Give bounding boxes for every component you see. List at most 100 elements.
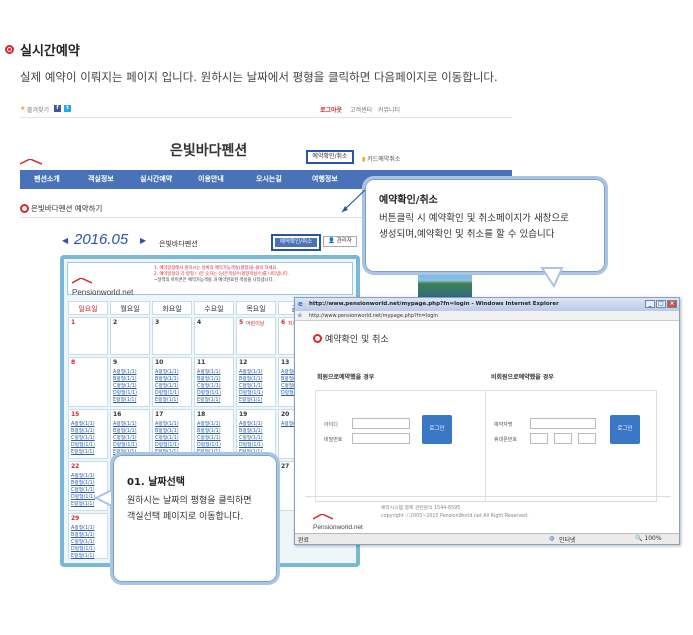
twitter-icon[interactable]: t — [64, 105, 71, 112]
room-link-a[interactable]: A평형(1/1) — [71, 524, 95, 531]
community-link[interactable]: 커뮤니티 — [378, 105, 400, 114]
room-link-d[interactable]: D평형(1/1) — [71, 441, 95, 448]
room-link-e[interactable]: E평형(1/1) — [71, 500, 94, 507]
room-link-a[interactable]: A평형(1/1) — [197, 420, 221, 427]
room-link-d[interactable]: D평형(1/1) — [197, 389, 221, 396]
room-link-d[interactable]: D평형(1/1) — [239, 389, 263, 396]
room-link-e[interactable]: E평형(1/1) — [71, 448, 94, 455]
room-link-d[interactable]: D평형(1/1) — [71, 493, 95, 500]
room-link-e[interactable]: E평형(1/1) — [155, 396, 178, 403]
room-link-d[interactable]: D평형(1/1) — [113, 441, 137, 448]
password-input[interactable] — [352, 433, 410, 444]
reservation-check-button[interactable]: 예약확인/취소 — [275, 238, 317, 247]
facebook-icon[interactable]: f — [54, 105, 61, 112]
room-link-b[interactable]: B평형(1/1) — [197, 375, 221, 382]
room-link-a[interactable]: A평형(1/1) — [197, 368, 221, 375]
nav-item-rooms[interactable]: 객실정보 — [88, 174, 114, 184]
support-link[interactable]: 고객센터 — [350, 105, 372, 114]
zoom-value: 100% — [644, 535, 662, 542]
room-link-a[interactable]: A평형(1/1) — [239, 368, 263, 375]
room-link-b[interactable]: B평형(1/1) — [155, 427, 179, 434]
popup-window: e http://www.pensionworld.net/mypage.php… — [294, 297, 680, 545]
phone-input-1[interactable] — [530, 433, 548, 444]
room-link-a[interactable]: A평형(1/1) — [155, 420, 179, 427]
room-link-c[interactable]: C평형(1/1) — [71, 434, 95, 441]
day-number: 11 — [197, 359, 206, 366]
id-input[interactable] — [352, 418, 410, 429]
day-header-thu: 목요일 — [236, 301, 276, 315]
nav-item-reservation[interactable]: 실시간예약 — [140, 174, 172, 184]
callout-reservation-desc: 버튼클릭 시 예약확인 및 취소페이지가 새창으로 생성되며,예약확인 및 취소… — [379, 211, 569, 243]
room-link-d[interactable]: D평형(1/1) — [239, 441, 263, 448]
day-number: 27 — [281, 463, 290, 470]
nav-item-location[interactable]: 오시는길 — [256, 174, 282, 184]
room-link-d[interactable]: D평형(1/1) — [155, 389, 179, 396]
room-link-c[interactable]: C평형(1/1) — [113, 382, 137, 389]
nav-item-intro[interactable]: 펜션소개 — [34, 174, 60, 184]
room-link-e[interactable]: E평형(1/1) — [71, 552, 94, 559]
room-link-b[interactable]: B평형(1/1) — [71, 427, 95, 434]
nav-item-guide[interactable]: 이용안내 — [198, 174, 224, 184]
calendar-day: 2 — [110, 317, 150, 355]
room-link-b[interactable]: B평형(1/1) — [197, 427, 221, 434]
prev-month-icon[interactable]: ◀ — [62, 236, 68, 245]
maximize-icon[interactable]: □ — [656, 300, 666, 308]
room-link-d[interactable]: D평형(1/1) — [113, 389, 137, 396]
minimize-icon[interactable]: _ — [645, 300, 655, 308]
room-link-e[interactable]: E평형(1/1) — [197, 396, 220, 403]
room-link-c[interactable]: C평형(1/1) — [155, 434, 179, 441]
zoom-level[interactable]: 🔍 100% — [635, 535, 662, 542]
popup-address-bar[interactable]: e http://www.pensionworld.net/mypage.php… — [295, 311, 679, 321]
room-link-b[interactable]: B평형(1/1) — [71, 531, 95, 538]
room-link-a[interactable]: A평형(1/1) — [113, 368, 137, 375]
room-link-a[interactable]: A평형(1/1) — [71, 472, 95, 479]
day-number: 3 — [155, 319, 160, 326]
calendar-day: 29 A평형(1/1) B평형(1/1) C평형(1/1) D평형(1/1) E… — [68, 513, 108, 559]
room-link-c[interactable]: C평형(1/1) — [239, 382, 263, 389]
room-link-b[interactable]: B평형(1/1) — [113, 427, 137, 434]
room-link-a[interactable]: A평형(1/1) — [113, 420, 137, 427]
day-number: 4 — [197, 319, 202, 326]
nav-item-travel[interactable]: 여행정보 — [312, 174, 338, 184]
room-link-e[interactable]: E평형(1/1) — [239, 396, 262, 403]
room-link-b[interactable]: B평형(1/1) — [155, 375, 179, 382]
calendar-notice: 1. 예약일정에서 원하시는 날짜의 예약가능객실(평형)을 클릭 하세요. 2… — [154, 266, 354, 285]
room-link-d[interactable]: D평형(1/1) — [71, 545, 95, 552]
room-link-b[interactable]: B평형(1/1) — [239, 427, 263, 434]
room-link-c[interactable]: C평형(1/1) — [113, 434, 137, 441]
room-link-b[interactable]: B평형(1/1) — [71, 479, 95, 486]
logout-link[interactable]: 로그아웃 — [320, 105, 342, 114]
room-link-c[interactable]: C평형(1/1) — [155, 382, 179, 389]
status-zone: 인터넷 — [559, 537, 576, 544]
member-login-button[interactable]: 로그인 — [422, 415, 452, 444]
room-link-d[interactable]: D평형(1/1) — [197, 441, 221, 448]
section-description: 실제 예약이 이뤄지는 페이지 입니다. 원하시는 날짜에서 평형을 클릭하면 … — [20, 70, 498, 84]
close-icon[interactable]: × — [667, 300, 677, 308]
name-input[interactable] — [530, 418, 596, 429]
room-link-a[interactable]: A평형(1/1) — [155, 368, 179, 375]
room-link-d[interactable]: D평형(1/1) — [155, 441, 179, 448]
room-link-c[interactable]: C평형(1/1) — [239, 434, 263, 441]
top-reservation-check-link[interactable]: 예약확인/취소 — [306, 150, 354, 164]
room-link-c[interactable]: C평형(1/1) — [71, 486, 95, 493]
room-link-a[interactable]: A평형(1/1) — [71, 420, 95, 427]
room-link-b[interactable]: B평형(1/1) — [113, 375, 137, 382]
room-link-c[interactable]: C평형(1/1) — [197, 382, 221, 389]
room-link-c[interactable]: C평형(1/1) — [71, 538, 95, 545]
room-link-a[interactable]: A평형(1/1) — [239, 420, 263, 427]
callout-reservation-check: 예약확인/취소 버튼클릭 시 예약확인 및 취소페이지가 새창으로 생성되며,예… — [362, 176, 608, 275]
phone-input-3[interactable] — [578, 433, 596, 444]
room-link-b[interactable]: B평형(1/1) — [239, 375, 263, 382]
next-month-icon[interactable]: ▶ — [140, 236, 146, 245]
room-link-e[interactable]: E평형(1/1) — [113, 396, 136, 403]
admin-button[interactable]: 👤 관리자 — [323, 236, 357, 247]
guest-login-button[interactable]: 로그인 — [610, 415, 640, 444]
calendar-logo-text: Pensionworld.net — [72, 288, 134, 297]
room-link-c[interactable]: C평형(1/1) — [197, 434, 221, 441]
day-number: 6 — [281, 319, 286, 326]
phone-input-2[interactable] — [554, 433, 572, 444]
callout-pointer-top — [341, 189, 366, 213]
card-refund-link[interactable]: ▮ 카드예약취소 — [362, 154, 400, 163]
popup-footer-logo: Pensionworld.net — [312, 505, 363, 531]
favorite-link[interactable]: 즐겨찾기 — [27, 105, 49, 114]
